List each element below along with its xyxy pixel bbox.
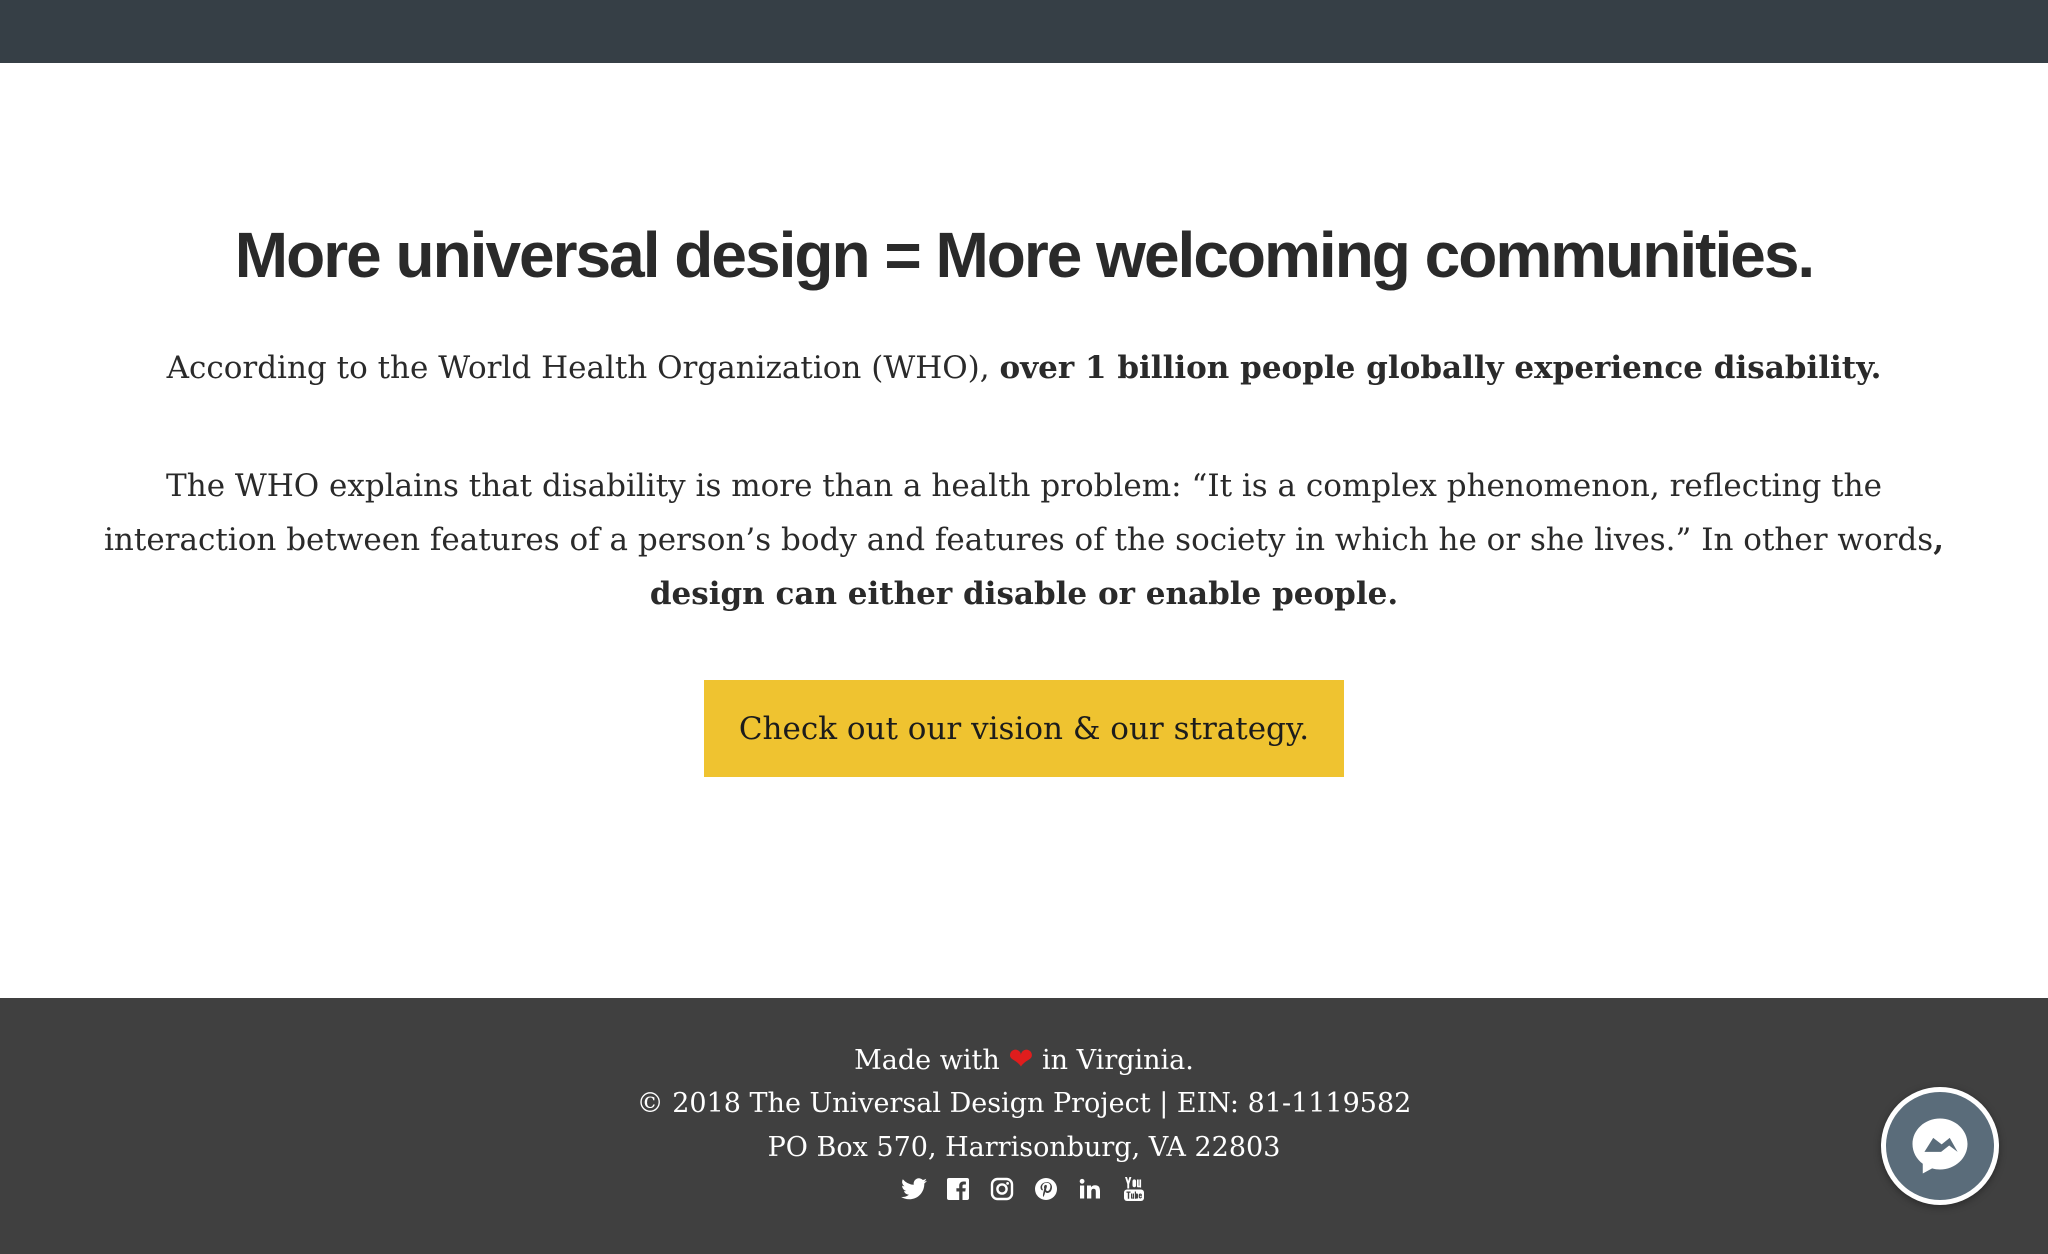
- in-virginia-text: in Virginia.: [1042, 1045, 1194, 1076]
- intro-text: According to the World Health Organizati…: [166, 350, 1000, 386]
- intro-highlight: over 1 billion people globally experienc…: [999, 350, 1882, 386]
- messenger-chat-button[interactable]: [1881, 1087, 1999, 1205]
- pinterest-icon[interactable]: [1031, 1174, 1061, 1204]
- made-with-line: Made with ❤ in Virginia.: [0, 1040, 2048, 1081]
- intro-paragraph: According to the World Health Organizati…: [0, 348, 2048, 388]
- heart-icon: ❤: [1008, 1042, 1034, 1077]
- youtube-icon[interactable]: [1119, 1174, 1149, 1204]
- vision-strategy-button[interactable]: Check out our vision & our strategy.: [704, 680, 1344, 777]
- main-content: More universal design = More welcoming c…: [0, 63, 2048, 998]
- footer: Made with ❤ in Virginia. © 2018 The Univ…: [0, 998, 2048, 1254]
- explanation-text: The WHO explains that disability is more…: [104, 468, 1934, 558]
- copyright-text: © 2018 The Universal Design Project | EI…: [636, 1088, 1412, 1119]
- social-links: [0, 1174, 2048, 1204]
- address-text: PO Box 570, Harrisonburg, VA 22803: [767, 1132, 1281, 1163]
- linkedin-icon[interactable]: [1075, 1174, 1105, 1204]
- facebook-icon[interactable]: [943, 1174, 973, 1204]
- explanation-paragraph: The WHO explains that disability is more…: [90, 459, 1958, 621]
- top-bar: [0, 0, 2048, 63]
- messenger-icon: [1886, 1092, 1994, 1200]
- instagram-icon[interactable]: [987, 1174, 1017, 1204]
- made-with-text: Made with: [854, 1045, 1000, 1076]
- page-title: More universal design = More welcoming c…: [234, 219, 1815, 291]
- twitter-icon[interactable]: [899, 1174, 929, 1204]
